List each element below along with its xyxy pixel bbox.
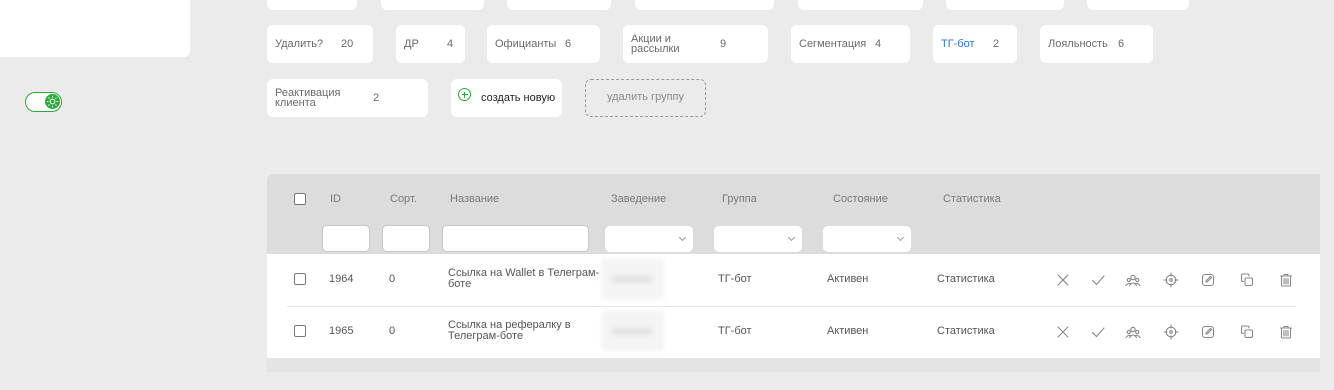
group-chip-partial[interactable] [635,0,774,10]
row-checkbox[interactable] [294,273,306,285]
group-chip-count: 6 [1118,38,1125,50]
row-stats-link[interactable]: Статистика [937,325,995,337]
row-checkbox[interactable] [294,325,306,337]
row-name[interactable]: Ссылка на Wallet в Телеграм-боте [448,268,603,290]
group-chip-reactivation[interactable]: Реактивация клиента 2 [267,79,428,117]
column-header-stats: Статистика [943,193,1001,205]
row-stats-link[interactable]: Статистика [937,273,995,285]
group-filter-select[interactable] [714,226,802,252]
chevron-down-icon [678,233,687,242]
column-header-sort[interactable]: Сорт. [390,193,417,205]
check-icon[interactable] [1090,324,1106,340]
create-group-button[interactable]: создать новую [451,79,562,117]
group-chip-label: Официанты [495,38,557,50]
trash-icon[interactable] [1278,272,1294,288]
venue-filter-select[interactable] [605,226,693,252]
group-chip-label: ДР [404,38,419,50]
group-chip-label: ТГ-бот [941,38,975,50]
name-filter-input[interactable] [442,225,589,252]
group-chip-partial[interactable] [267,0,357,10]
copy-icon[interactable] [1239,272,1255,288]
close-icon[interactable] [1055,324,1071,340]
table-header: ID Сорт. Название Заведение Группа Состо… [267,174,1320,254]
check-icon[interactable] [1090,272,1106,288]
group-chip-partial[interactable] [381,0,484,10]
row-group: ТГ-бот [718,325,752,337]
table-row: 1965 0 Ссылка на рефералку в Телеграм-бо… [267,306,1320,358]
state-filter-select[interactable] [823,226,911,252]
chevron-down-icon [896,233,905,242]
group-chip-label: Удалить? [275,38,324,50]
group-chip-partial[interactable] [1087,0,1189,10]
venue-redacted [602,311,664,351]
group-chip-label: Реактивация клиента [275,87,341,109]
column-header-id[interactable]: ID [330,193,341,205]
row-state: Активен [827,325,869,337]
group-chip-count: 2 [993,38,1000,50]
group-chip-count: 20 [341,38,354,50]
theme-toggle[interactable] [25,92,62,112]
group-chip-birthday[interactable]: ДР 4 [396,25,465,63]
table-row: 1964 0 Ссылка на Wallet в Телеграм-боте … [267,254,1320,307]
copy-icon[interactable] [1239,324,1255,340]
group-chip-delete[interactable]: Удалить? 20 [267,25,373,63]
group-chip-label: Лояльность [1048,38,1108,50]
edit-icon[interactable] [1200,272,1216,288]
column-header-state[interactable]: Состояние [833,193,888,205]
group-chip-segmentation[interactable]: Сегментация 4 [791,25,910,63]
users-icon[interactable] [1125,324,1141,340]
group-chip-promos[interactable]: Акции и рассылки 9 [623,25,768,63]
create-group-label: создать новую [481,92,556,104]
chevron-down-icon [787,233,796,242]
column-header-venue[interactable]: Заведение [611,193,666,205]
venue-redacted [602,259,664,299]
group-chip-count: 9 [720,38,727,50]
group-chip-partial[interactable] [798,0,923,10]
group-chip-label: Акции и рассылки [631,33,680,55]
group-chip-waiters[interactable]: Официанты 6 [487,25,600,63]
table-footer [267,358,1320,372]
group-chip-partial[interactable] [507,0,611,10]
delete-group-label: удалить группу [607,91,684,103]
group-chip-partial[interactable] [946,0,1064,10]
id-filter-input[interactable] [322,225,370,252]
target-icon[interactable] [1163,324,1179,340]
sun-icon [46,95,59,108]
row-state: Активен [827,273,869,285]
group-chip-loyalty[interactable]: Лояльность 6 [1040,25,1153,63]
plus-circle-icon [458,88,471,101]
column-header-name[interactable]: Название [450,193,499,205]
group-chip-count: 4 [875,38,882,50]
edit-icon[interactable] [1200,324,1216,340]
group-chip-tg-bot[interactable]: ТГ-бот 2 [933,25,1017,63]
row-name[interactable]: Ссылка на рефералку в Телеграм-боте [448,320,578,342]
left-panel-card [0,0,190,57]
row-id: 1965 [329,325,354,337]
toggle-knob [45,94,60,109]
users-icon[interactable] [1125,272,1141,288]
column-header-group[interactable]: Группа [722,193,757,205]
select-all-checkbox[interactable] [294,193,306,205]
row-sort: 0 [389,325,396,337]
group-chip-label: Сегментация [799,38,867,50]
group-chip-count: 2 [373,92,380,104]
target-icon[interactable] [1163,272,1179,288]
row-group: ТГ-бот [718,273,752,285]
table-body: 1964 0 Ссылка на Wallet в Телеграм-боте … [267,254,1320,358]
close-icon[interactable] [1055,272,1071,288]
group-chip-count: 6 [565,38,572,50]
group-chip-count: 4 [447,38,454,50]
row-sort: 0 [389,273,396,285]
row-id: 1964 [329,273,354,285]
sort-filter-input[interactable] [382,225,430,252]
delete-group-button[interactable]: удалить группу [585,79,706,117]
trash-icon[interactable] [1278,324,1294,340]
